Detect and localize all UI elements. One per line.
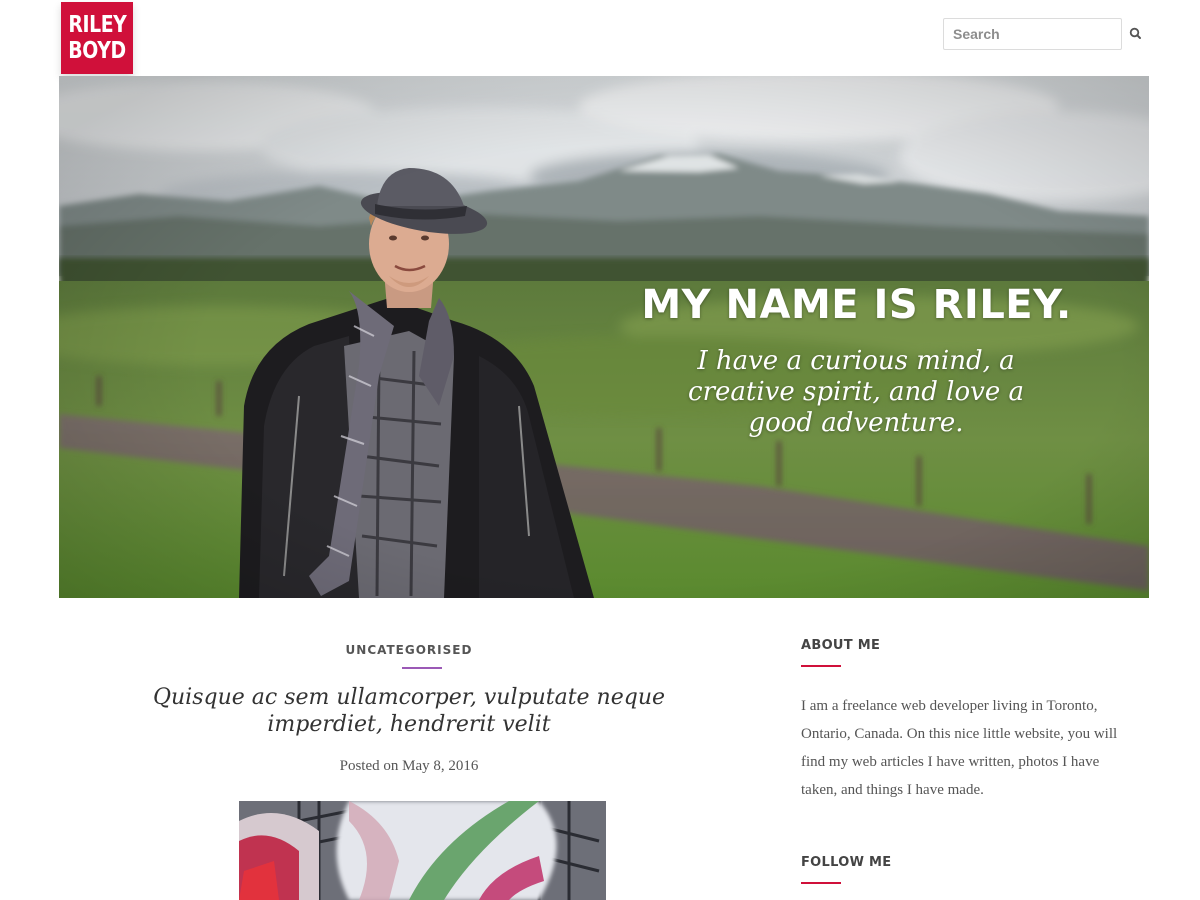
site-logo[interactable]: RILEY BOYD (61, 2, 133, 74)
search-input[interactable] (943, 18, 1122, 50)
post-title-link[interactable]: Quisque ac sem ullamcorper, vulputate ne… (94, 684, 724, 738)
about-text: I am a freelance web developer living in… (801, 698, 1118, 798)
category-divider (402, 667, 442, 669)
featured-image-graphic (239, 801, 606, 900)
follow-widget-divider (801, 882, 841, 884)
search-button[interactable] (1128, 26, 1144, 42)
about-widget-title: ABOUT ME (801, 638, 881, 653)
hero-title: MY NAME IS RILEY. (641, 282, 1072, 328)
hero-subtitle: I have a curious mind, a creative spirit… (688, 346, 1024, 438)
hero-banner: MY NAME IS RILEY. I have a curious mind,… (59, 76, 1149, 598)
logo-line-1: RILEY (67, 12, 127, 38)
post-meta-prefix: Posted on (339, 758, 399, 774)
search-icon (1129, 27, 1141, 39)
post-date-link[interactable]: May 8, 2016 (402, 758, 478, 774)
sidebar: ABOUT ME I am a freelance web developer … (801, 600, 1141, 900)
search-form (943, 18, 1143, 50)
follow-widget-title: FOLLOW ME (801, 855, 892, 870)
page: RILEY BOYD Search MY NAME IS RILEY. I ha… (0, 0, 1200, 900)
hero-photo (59, 76, 1149, 598)
logo-line-2: BOYD (68, 38, 126, 64)
post-preview: UNCATEGORISED Quisque ac sem ullamcorper… (59, 600, 759, 900)
post-featured-image[interactable] (239, 801, 606, 900)
post-meta: Posted on May 8, 2016 (59, 758, 759, 775)
post-category-link[interactable]: UNCATEGORISED (59, 643, 759, 657)
about-widget-divider (801, 665, 841, 667)
